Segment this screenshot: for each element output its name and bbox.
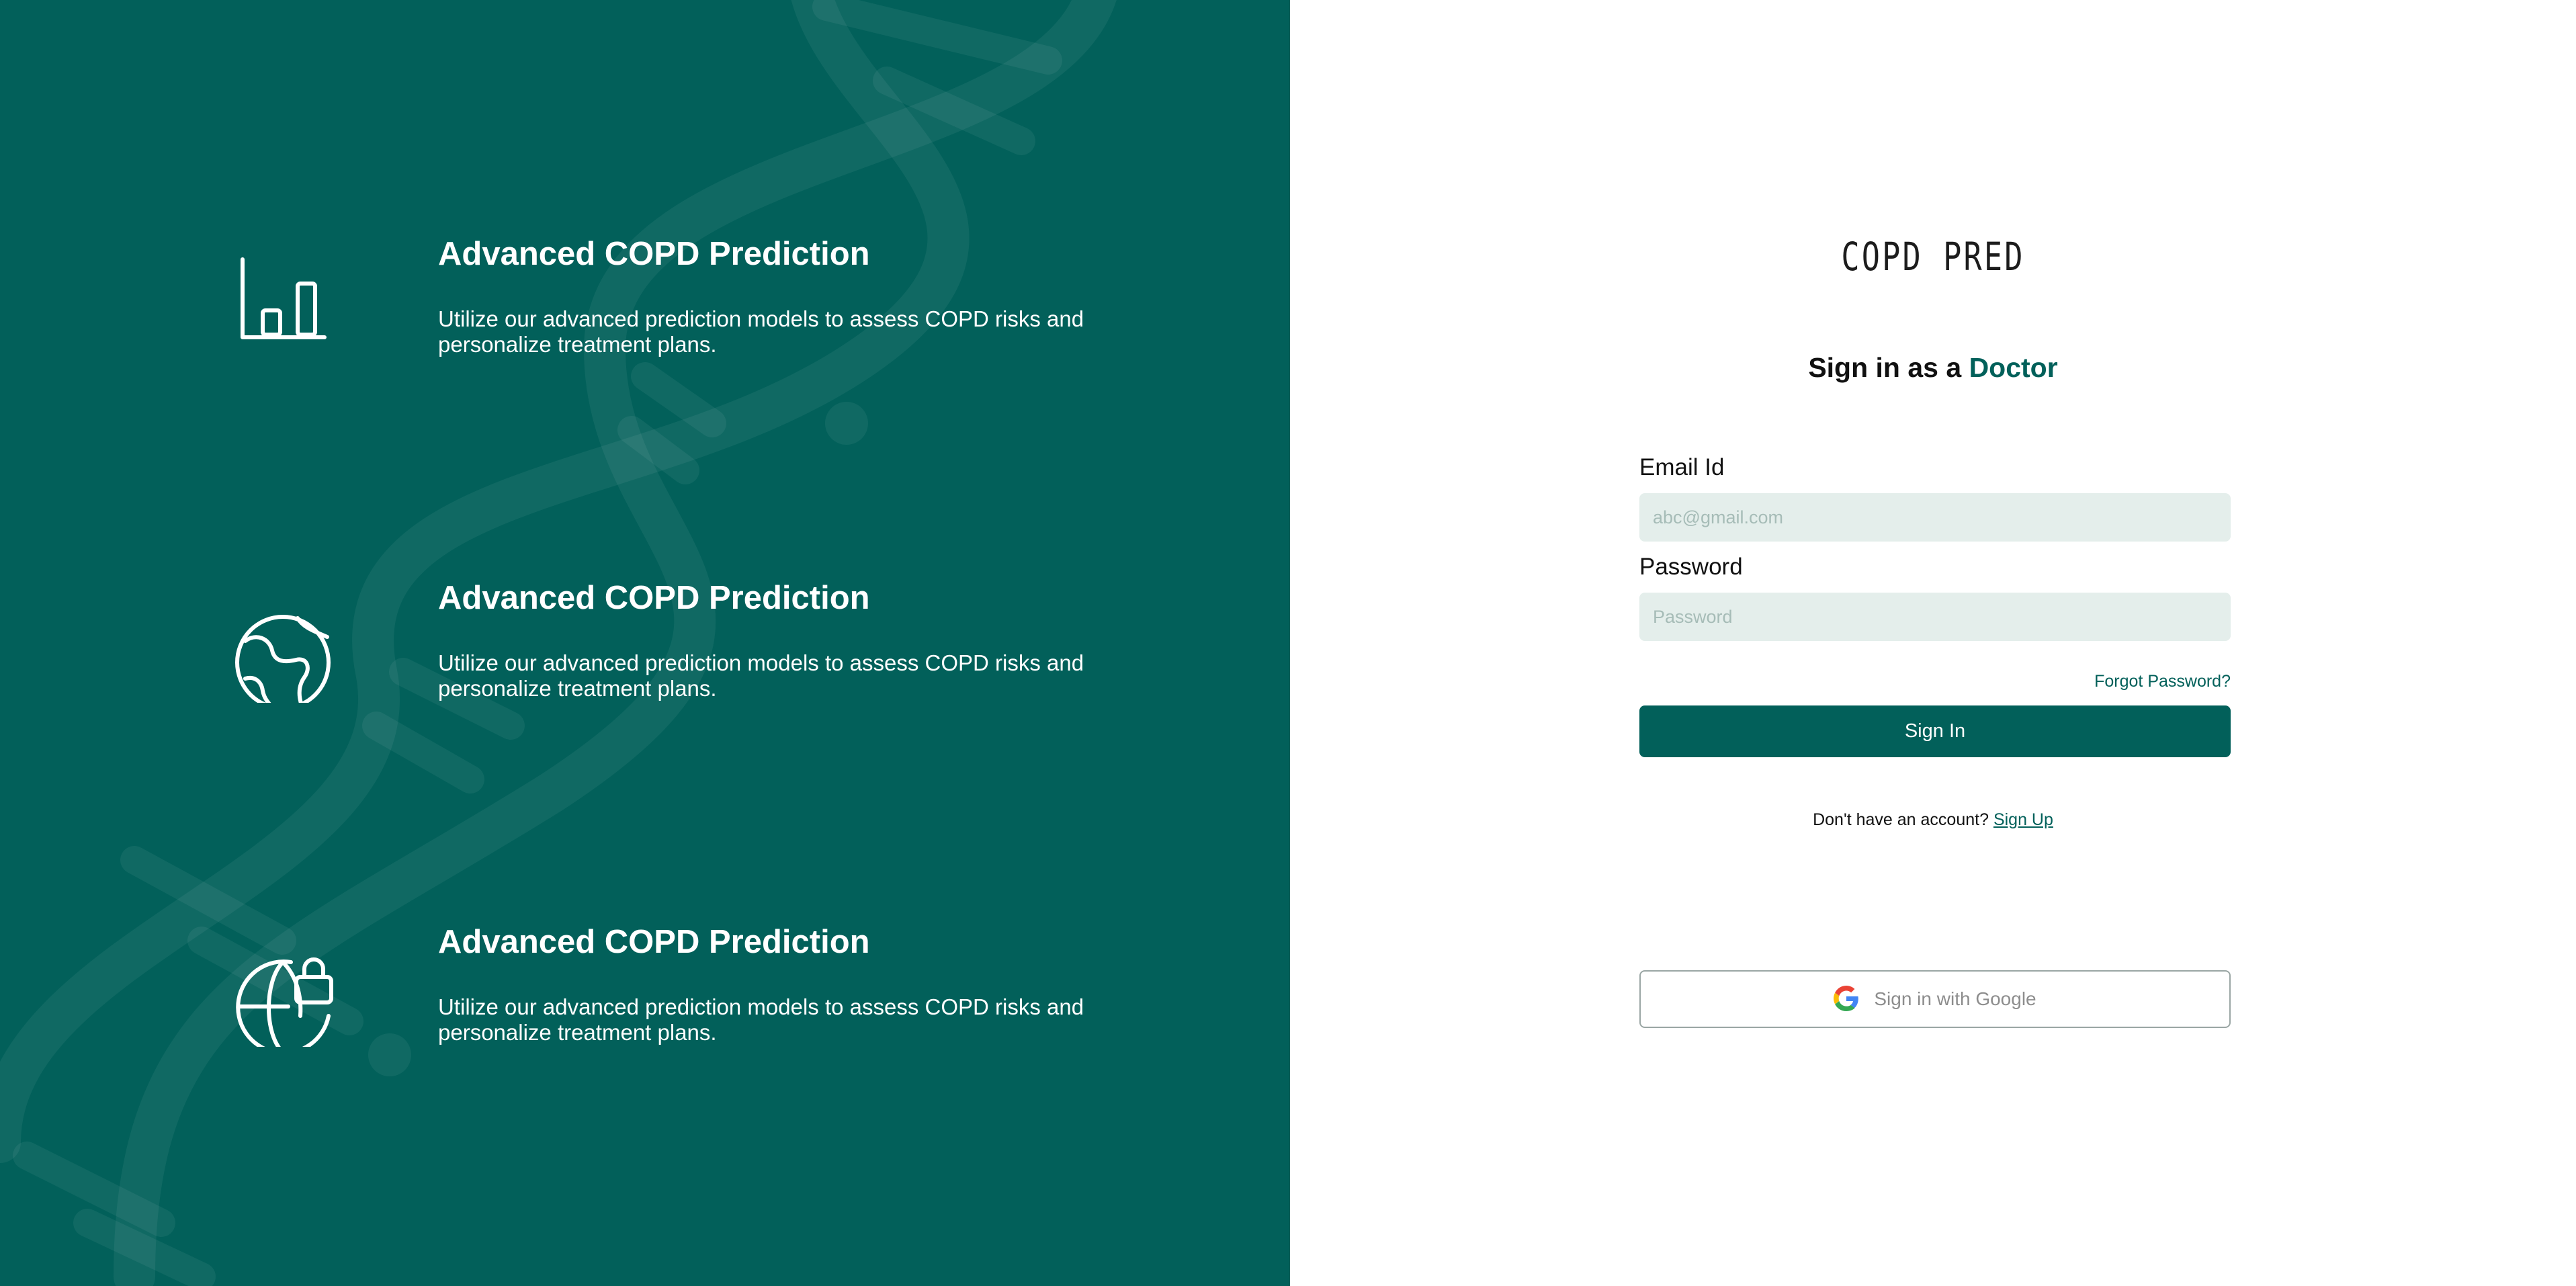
login-page: Advanced COPD Prediction Utilize our adv… — [0, 0, 2576, 1286]
feature-item: Advanced COPD Prediction Utilize our adv… — [0, 578, 1290, 753]
google-icon — [1834, 985, 1859, 1013]
email-label: Email Id — [1639, 454, 1725, 480]
signup-prompt: Don't have an account? Sign Up — [1290, 810, 2576, 830]
feature-description: Utilize our advanced prediction models t… — [438, 650, 1084, 701]
brand-logo-text: COPD PRED — [1841, 234, 2025, 280]
password-label: Password — [1639, 554, 1743, 580]
globe-lock-icon — [232, 942, 337, 1056]
signin-heading-prefix: Sign in as a — [1808, 352, 1962, 383]
sign-up-link[interactable]: Sign Up — [1993, 810, 2053, 829]
email-field[interactable] — [1639, 493, 2231, 542]
feature-title: Advanced COPD Prediction — [438, 924, 870, 960]
sign-in-button[interactable]: Sign In — [1639, 705, 2231, 757]
feature-panel: Advanced COPD Prediction Utilize our adv… — [0, 0, 1290, 1286]
signin-heading: Sign in as a Doctor — [1290, 352, 2576, 384]
feature-item: Advanced COPD Prediction Utilize our adv… — [0, 234, 1290, 409]
bar-chart-icon — [232, 254, 337, 359]
feature-description: Utilize our advanced prediction models t… — [438, 994, 1084, 1045]
feature-item: Advanced COPD Prediction Utilize our adv… — [0, 922, 1290, 1097]
login-panel: COPD PRED Sign in as a Doctor Email Id P… — [1290, 0, 2576, 1286]
forgot-password-link[interactable]: Forgot Password? — [1962, 672, 2231, 691]
google-signin-button[interactable]: Sign in with Google — [1639, 970, 2231, 1028]
google-signin-label: Sign in with Google — [1874, 988, 2036, 1009]
feature-description: Utilize our advanced prediction models t… — [438, 306, 1084, 357]
password-field[interactable] — [1639, 593, 2231, 641]
feature-title: Advanced COPD Prediction — [438, 580, 870, 616]
feature-title: Advanced COPD Prediction — [438, 236, 870, 272]
signin-role: Doctor — [1969, 352, 2058, 383]
no-account-text: Don't have an account? — [1813, 810, 1989, 829]
globe-icon — [232, 598, 337, 710]
